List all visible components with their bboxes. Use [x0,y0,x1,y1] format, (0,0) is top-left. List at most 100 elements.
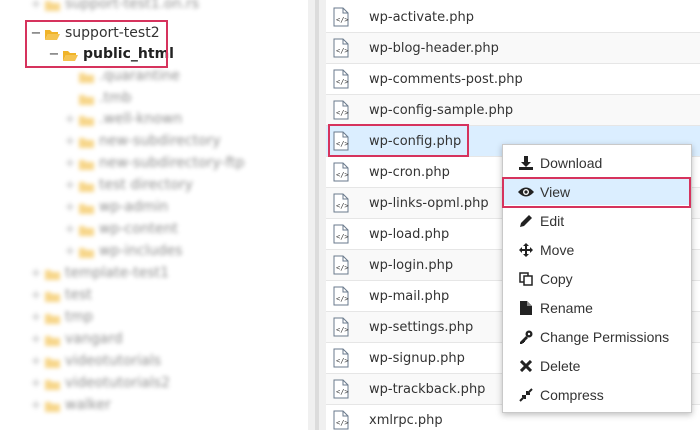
folder-icon [45,378,60,390]
tree-item-new-subdirectory[interactable]: + new-subdirectory [64,130,221,152]
collapse-toggle[interactable]: − [48,48,60,61]
expand-toggle[interactable]: + [64,135,76,148]
tree-item-test-directory[interactable]: + test directory [64,174,193,196]
svg-text:</>: </> [336,109,349,117]
tree-item-test[interactable]: + test [30,284,92,306]
php-file-icon: </> [333,193,349,213]
tree-item-wp-admin[interactable]: + wp-admin [64,196,169,218]
php-file-icon: </> [333,131,349,151]
svg-text:</>: </> [336,47,349,55]
php-file-icon: </> [333,100,349,120]
menu-item-copy[interactable]: Copy [504,265,690,292]
folder-icon [45,400,60,412]
svg-text:</>: </> [336,388,349,396]
expand-toggle[interactable]: + [30,399,42,412]
copy-icon [518,271,534,287]
svg-text:</>: </> [336,202,349,210]
folder-icon [79,71,94,83]
tree-item-wp-includes[interactable]: + wp-includes [64,240,183,262]
move-icon [518,242,534,258]
menu-item-rename[interactable]: Rename [504,294,690,321]
folder-icon [79,158,94,170]
folder-open-icon [45,28,60,40]
tree-item-vangard[interactable]: + vangard [30,328,123,350]
php-file-icon: </> [333,379,349,399]
tree-item-tmp[interactable]: + tmp [30,306,93,328]
download-icon [518,155,534,171]
tree-item-videotutorials2[interactable]: + videotutorials2 [30,372,170,394]
close-icon [518,358,534,374]
file-row[interactable]: </> wp-activate.php [326,2,700,33]
expand-toggle[interactable]: + [30,333,42,346]
php-file-icon: </> [333,38,349,58]
php-file-icon: </> [333,410,349,430]
folder-icon [45,356,60,368]
tree-item-wp-content[interactable]: + wp-content [64,218,178,240]
file-row[interactable]: </> wp-config-sample.php [326,95,700,126]
key-icon [518,329,534,345]
file-row[interactable]: </> wp-blog-header.php [326,33,700,64]
tree-item-new-subdirectory-ftp[interactable]: + new-subdirectory-ftp [64,152,245,174]
menu-item-download[interactable]: Download [504,149,690,176]
expand-toggle[interactable]: + [64,245,76,258]
folder-icon [79,246,94,258]
folder-icon [79,114,94,126]
menu-item-compress[interactable]: Compress [504,381,690,408]
tree-item-support-test1[interactable]: + support-test1.on.rs [30,0,199,15]
tree-item-well-known[interactable]: + .well-known [64,108,183,130]
eye-icon [518,184,534,200]
folder-open-icon [63,49,78,61]
menu-item-view[interactable]: View [504,178,690,205]
php-file-icon: </> [333,286,349,306]
directory-tree: + support-test1.on.rs − support-test2 − … [0,0,308,430]
folder-icon [79,136,94,148]
php-file-icon: </> [333,162,349,182]
php-file-icon: </> [333,317,349,337]
menu-item-change-permissions[interactable]: Change Permissions [504,323,690,350]
file-icon [518,300,534,316]
php-file-icon: </> [333,348,349,368]
folder-icon [79,202,94,214]
tree-item-quarantine[interactable]: .quarantine [64,65,180,87]
expand-toggle[interactable]: + [64,223,76,236]
svg-text:</>: </> [336,264,349,272]
svg-text:</>: </> [336,171,349,179]
tree-item-public-html[interactable]: − public_html [48,43,174,65]
expand-toggle[interactable]: + [30,377,42,390]
tree-item-support-test2[interactable]: − support-test2 [30,22,160,44]
compress-icon [518,387,534,403]
svg-text:</>: </> [336,419,349,427]
php-file-icon: </> [333,7,349,27]
menu-item-edit[interactable]: Edit [504,207,690,234]
folder-icon [45,312,60,324]
collapse-toggle[interactable]: − [30,27,42,40]
tree-item-tmb[interactable]: .tmb [64,87,131,109]
svg-text:</>: </> [336,16,349,24]
expand-toggle[interactable]: + [30,355,42,368]
expand-toggle[interactable]: + [64,179,76,192]
expand-toggle[interactable]: + [64,157,76,170]
php-file-icon: </> [333,224,349,244]
tree-item-videotutorials[interactable]: + videotutorials [30,350,162,372]
folder-icon [45,268,60,280]
php-file-icon: </> [333,255,349,275]
file-row[interactable]: </> wp-comments-post.php [326,64,700,95]
expand-toggle[interactable]: + [30,289,42,302]
svg-text:</>: </> [336,233,349,241]
svg-text:</>: </> [336,357,349,365]
folder-icon [79,180,94,192]
php-file-icon: </> [333,69,349,89]
context-menu: Download View Edit Move Copy Rename Chan… [502,144,692,413]
tree-item-template-test1[interactable]: + template-test1 [30,262,170,284]
expand-toggle[interactable]: + [64,201,76,214]
expand-toggle[interactable]: + [30,311,42,324]
expand-toggle[interactable]: + [30,0,42,11]
expand-toggle[interactable]: + [64,113,76,126]
menu-item-move[interactable]: Move [504,236,690,263]
expand-toggle[interactable]: + [30,267,42,280]
pane-divider[interactable] [308,0,326,430]
svg-text:</>: </> [336,78,349,86]
menu-item-delete[interactable]: Delete [504,352,690,379]
folder-icon [45,0,60,11]
tree-item-walker[interactable]: + walker [30,394,111,416]
